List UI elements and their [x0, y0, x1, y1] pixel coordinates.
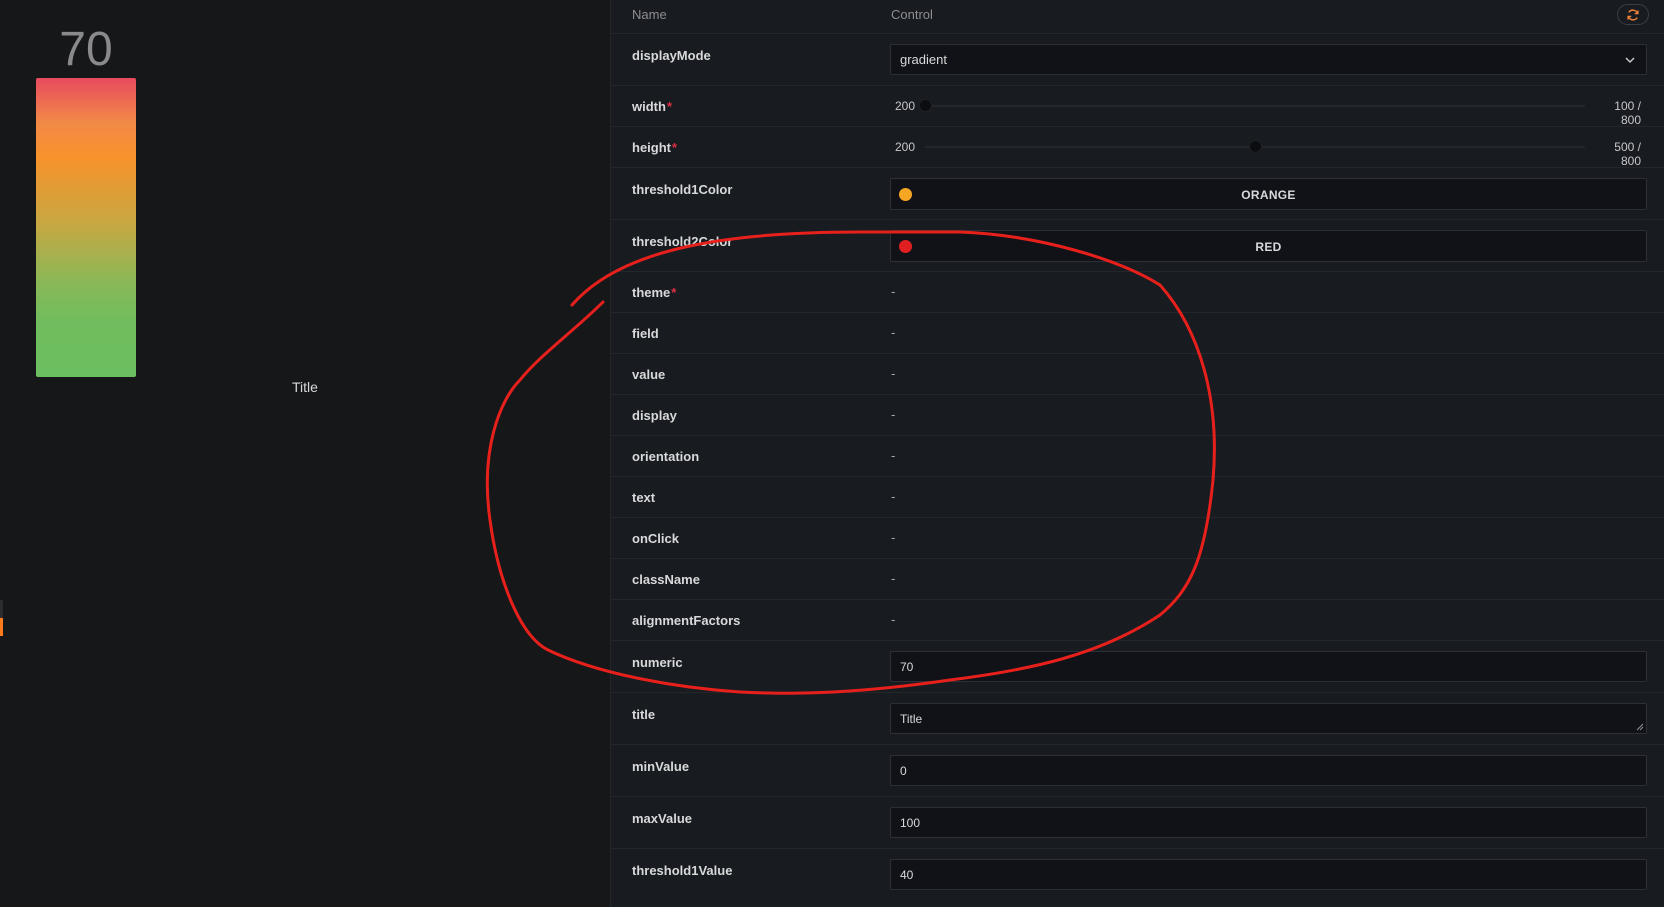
row-minValue: minValue 0: [611, 745, 1664, 797]
height-slider-thumb[interactable]: [1249, 140, 1262, 153]
control-name: onClick: [632, 531, 679, 546]
numeric-input[interactable]: 70: [890, 651, 1647, 682]
control-value: -: [891, 448, 896, 463]
displayMode-select[interactable]: gradient: [890, 44, 1647, 75]
title-textarea[interactable]: Title: [890, 703, 1647, 734]
row-displayMode: displayMode gradient: [611, 34, 1664, 86]
control-name: width: [632, 99, 666, 114]
controls-panel: Name Control displayMode gradient width*…: [610, 0, 1664, 907]
control-value: -: [891, 612, 896, 627]
color-label: ORANGE: [1241, 188, 1296, 202]
control-name: text: [632, 490, 656, 505]
row-height: height* 200 500 / 800: [611, 127, 1664, 168]
slider-value: 100 / 800: [1614, 99, 1641, 127]
row-alignmentFactors: alignmentFactors -: [611, 600, 1664, 641]
side-indicator: [0, 600, 3, 636]
threshold1-color-button[interactable]: ORANGE: [890, 178, 1647, 210]
input-value: 100: [900, 816, 921, 830]
reset-controls-button[interactable]: [1617, 4, 1649, 25]
row-value: value -: [611, 354, 1664, 395]
gauge-value: 70: [59, 23, 113, 76]
color-label: RED: [1255, 240, 1282, 254]
control-name: alignmentFactors: [632, 613, 741, 628]
row-onClick: onClick -: [611, 518, 1664, 559]
control-value: -: [891, 571, 896, 586]
refresh-icon: [1627, 8, 1639, 21]
control-value: -: [891, 407, 896, 422]
control-value: -: [891, 284, 896, 299]
minValue-input[interactable]: 0: [890, 755, 1647, 786]
select-value: gradient: [900, 52, 947, 67]
control-name: threshold1Color: [632, 182, 733, 197]
control-name: title: [632, 707, 656, 722]
row-width: width* 200 100 / 800: [611, 86, 1664, 127]
control-name: numeric: [632, 655, 683, 670]
required-mark: *: [671, 285, 677, 300]
control-name: orientation: [632, 449, 700, 464]
row-orientation: orientation -: [611, 436, 1664, 477]
control-name: threshold1Value: [632, 863, 733, 878]
slider-min: 200: [895, 140, 916, 154]
row-field: field -: [611, 313, 1664, 354]
slider-value: 500 / 800: [1614, 140, 1641, 168]
control-name: field: [632, 326, 659, 341]
threshold1Value-input[interactable]: 40: [890, 859, 1647, 890]
control-value: -: [891, 489, 896, 504]
controls-header: Name Control: [611, 0, 1664, 34]
width-slider-thumb[interactable]: [919, 99, 932, 112]
row-threshold1Value: threshold1Value 40: [611, 849, 1664, 907]
required-mark: *: [666, 99, 672, 114]
required-mark: *: [672, 140, 678, 155]
control-name: minValue: [632, 759, 690, 774]
row-text: text -: [611, 477, 1664, 518]
threshold2-color-button[interactable]: RED: [890, 230, 1647, 262]
control-name: threshold2Color: [632, 234, 733, 249]
control-value: -: [891, 366, 896, 381]
control-name: className: [632, 572, 700, 587]
input-value: 40: [900, 868, 914, 882]
input-value: 0: [900, 764, 907, 778]
control-name: maxValue: [632, 811, 692, 826]
control-name: theme: [632, 285, 671, 300]
maxValue-input[interactable]: 100: [890, 807, 1647, 838]
preview-area: 70 Title: [0, 0, 610, 907]
preview-title: Title: [292, 379, 318, 395]
gauge-bar: [36, 78, 136, 377]
row-maxValue: maxValue 100: [611, 797, 1664, 849]
control-name: height: [632, 140, 671, 155]
control-name: displayMode: [632, 48, 711, 63]
row-threshold1Color: threshold1Color ORANGE: [611, 168, 1664, 220]
control-name: value: [632, 367, 666, 382]
row-display: display -: [611, 395, 1664, 436]
width-slider-track[interactable]: [925, 105, 1585, 107]
row-threshold2Color: threshold2Color RED: [611, 220, 1664, 272]
row-title: title Title: [611, 693, 1664, 745]
column-header-control: Control: [891, 7, 933, 22]
control-value: -: [891, 325, 896, 340]
input-value: 70: [900, 660, 914, 674]
chevron-down-icon: [1625, 57, 1635, 64]
input-value: Title: [900, 712, 923, 726]
control-name: display: [632, 408, 677, 423]
row-numeric: numeric 70: [611, 641, 1664, 693]
resize-grip-icon[interactable]: [1636, 723, 1644, 731]
slider-min: 200: [895, 99, 916, 113]
control-value: -: [891, 530, 896, 545]
row-theme: theme* -: [611, 272, 1664, 313]
column-header-name: Name: [632, 7, 667, 22]
row-className: className -: [611, 559, 1664, 600]
